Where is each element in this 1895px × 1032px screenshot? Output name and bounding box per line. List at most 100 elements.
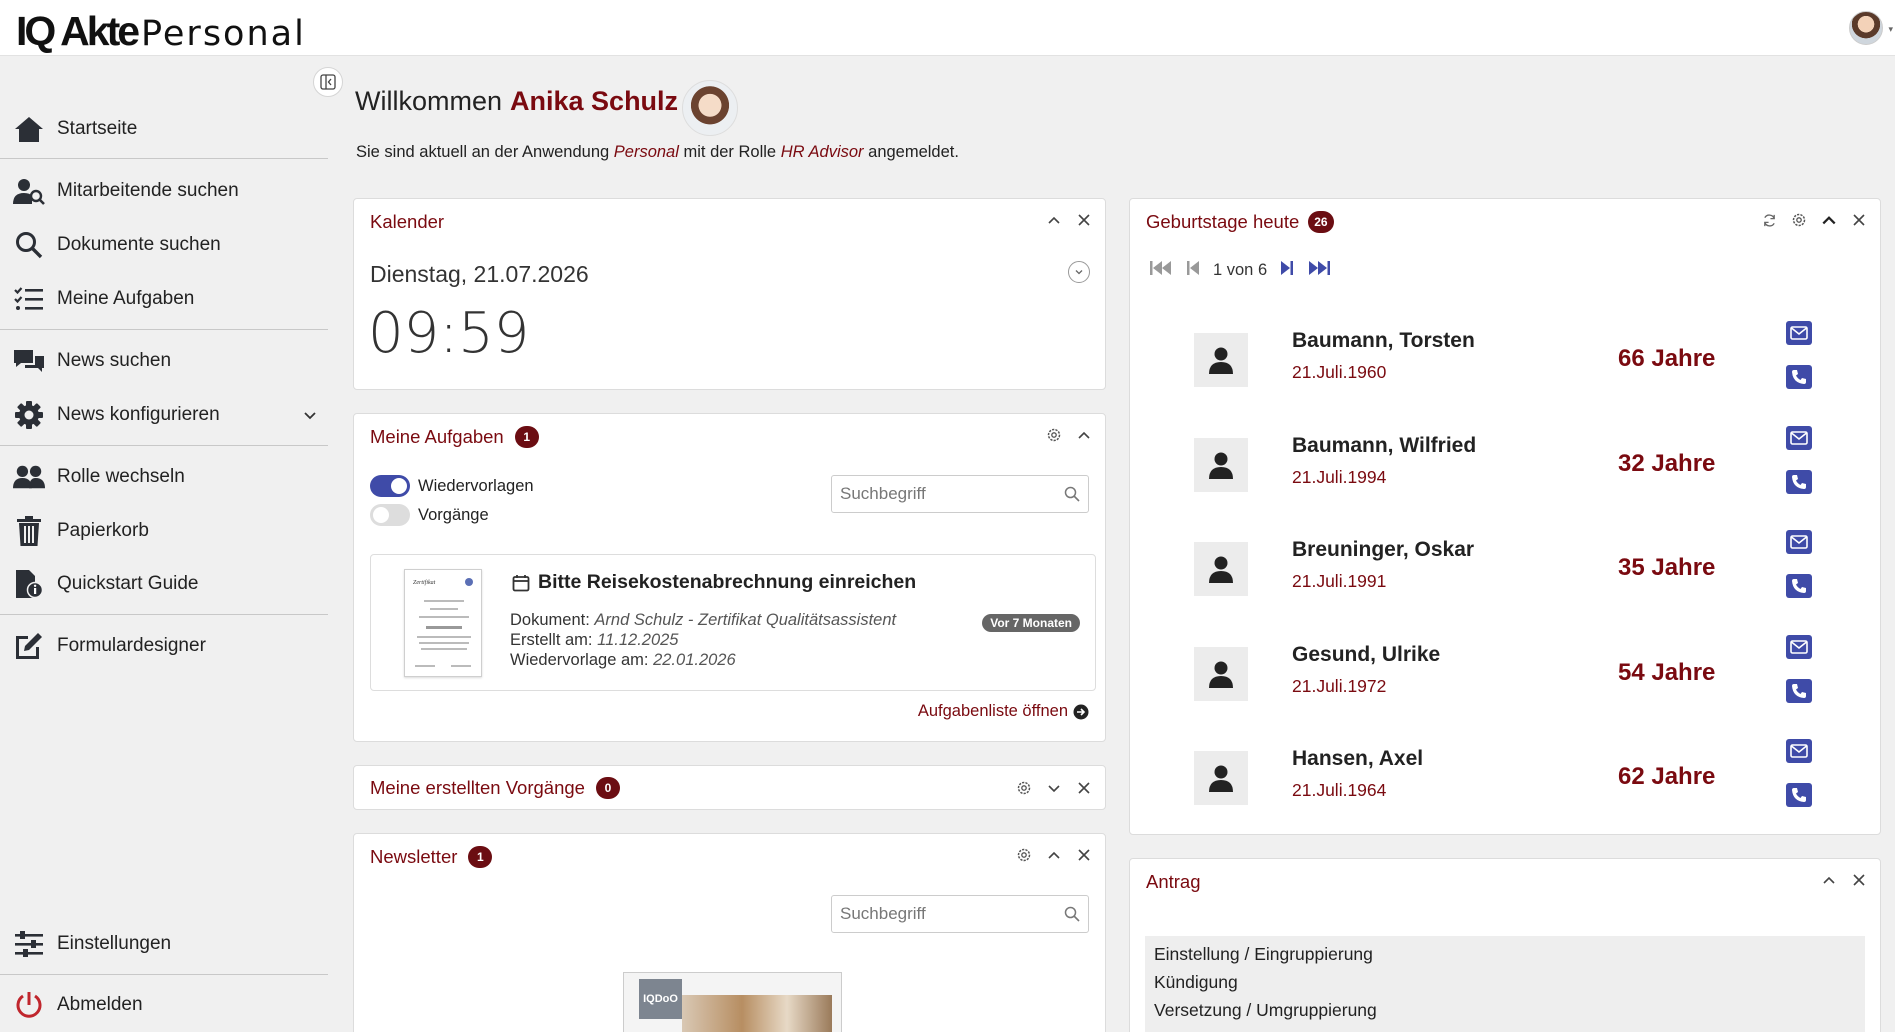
mail-icon[interactable] [1786,321,1812,345]
person-name[interactable]: Gesund, Ulrike [1292,643,1440,667]
newsletter-logo: IQDoO [639,979,682,1019]
gear-icon[interactable] [1015,779,1033,797]
edit-icon [13,630,45,662]
birthday-row: Breuninger, Oskar 21.Juli.1991 35 Jahre [1130,530,1880,620]
phone-icon[interactable] [1786,783,1812,807]
list-item[interactable]: Kündigung [1154,972,1238,993]
gear-icon[interactable] [1015,846,1033,864]
top-bar: IQ Akte Personal ▾ [0,0,1895,56]
collapse-panel-icon [320,74,336,90]
phone-icon[interactable] [1786,470,1812,494]
last-page-icon[interactable] [1307,259,1331,282]
chevron-down-icon[interactable] [1045,779,1063,797]
mail-icon[interactable] [1786,530,1812,554]
toggle-switch[interactable] [370,504,410,526]
card-controls [1015,846,1093,864]
sidebar-collapse-button[interactable] [313,67,343,97]
calendar-date: Dienstag, 21.07.2026 [370,261,589,287]
chevron-up-icon[interactable] [1820,871,1838,889]
close-icon[interactable] [1075,846,1093,864]
birthday-row: Baumann, Torsten 21.Juli.1960 66 Jahre [1130,321,1880,411]
sidebar-item-abmelden[interactable]: Abmelden [0,983,330,1027]
task-item[interactable]: Zertifikat Bitte Reisekostenabrechnung e… [370,554,1096,691]
user-avatar[interactable] [1849,11,1883,45]
mail-icon[interactable] [1786,426,1812,450]
sidebar-item-einstellungen[interactable]: Einstellungen [0,922,330,966]
toggle-wiedervorlagen[interactable]: Wiedervorlagen [370,475,534,497]
phone-icon[interactable] [1786,365,1812,389]
refresh-icon[interactable] [1760,211,1778,229]
sidebar-item-startseite[interactable]: Startseite [0,107,330,151]
chevron-down-icon[interactable] [302,407,318,429]
count-badge: 1 [468,846,493,868]
search-field[interactable] [831,475,1089,513]
document-thumbnail[interactable]: Zertifikat [404,569,482,677]
subline-text: mit der Rolle [683,143,777,161]
chevron-up-icon[interactable] [1820,211,1838,229]
arrow-right-circle-icon [1073,704,1089,719]
open-tasklist-link[interactable]: Aufgabenliste öffnen [918,702,1089,721]
welcome-user-name: Anika Schulz [510,86,679,116]
sidebar-item-label: Mitarbeitende suchen [57,180,239,201]
search-field[interactable] [831,895,1089,933]
calendar-card: Kalender Dienstag, 21.07.2026 09:59 [353,198,1106,390]
tasks-card: Meine Aufgaben 1 Wiedervorlagen Vorgänge… [353,413,1106,742]
next-page-icon[interactable] [1279,259,1295,282]
gear-icon[interactable] [1790,211,1808,229]
sidebar-item-papierkorb[interactable]: Papierkorb [0,509,330,553]
sidebar-item-news-suchen[interactable]: News suchen [0,339,330,383]
card-title-text: Geburtstage heute [1146,211,1300,232]
phone-icon[interactable] [1786,679,1812,703]
sidebar-item-quickstart-guide[interactable]: Quickstart Guide [0,562,330,606]
close-icon[interactable] [1850,211,1868,229]
close-icon[interactable] [1075,779,1093,797]
list-item[interactable]: Einstellung / Eingruppierung [1154,944,1373,965]
person-icon [1194,438,1248,492]
list-item[interactable]: Versetzung / Umgruppierung [1154,1000,1377,1021]
search-input[interactable] [840,904,1055,924]
toggle-vorgaenge[interactable]: Vorgänge [370,504,489,526]
phone-icon[interactable] [1786,574,1812,598]
chevron-up-icon[interactable] [1045,846,1063,864]
sidebar-item-label: Quickstart Guide [57,573,199,594]
field-label: Erstellt am: [510,631,593,649]
chevron-up-icon[interactable] [1045,211,1063,229]
first-page-icon[interactable] [1149,259,1173,282]
sidebar-item-mitarbeitende-suchen[interactable]: Mitarbeitende suchen [0,169,330,213]
calendar-expand-button[interactable] [1068,261,1090,283]
search-icon[interactable] [1064,906,1080,927]
sidebar-item-rolle-wechseln[interactable]: Rolle wechseln [0,455,330,499]
person-name[interactable]: Baumann, Wilfried [1292,434,1476,458]
birthday-row: Gesund, Ulrike 21.Juli.1972 54 Jahre [1130,635,1880,725]
search-input[interactable] [840,484,1055,504]
task-title[interactable]: Bitte Reisekostenabrechnung einreichen [512,571,916,594]
sidebar-item-news-konfigurieren[interactable]: News konfigurieren [0,393,330,437]
chevron-up-icon[interactable] [1075,426,1093,444]
close-icon[interactable] [1850,871,1868,889]
mail-icon[interactable] [1786,635,1812,659]
task-resubmission: Wiedervorlage am: 22.01.2026 [510,651,736,670]
search-icon[interactable] [1064,486,1080,507]
chevron-down-icon[interactable]: ▾ [1888,24,1893,35]
close-icon[interactable] [1075,211,1093,229]
sidebar-item-meine-aufgaben[interactable]: Meine Aufgaben [0,277,330,321]
person-name[interactable]: Baumann, Torsten [1292,329,1475,353]
person-name[interactable]: Hansen, Axel [1292,747,1423,771]
toggle-switch[interactable] [370,475,410,497]
person-icon [1194,647,1248,701]
gear-icon[interactable] [1045,426,1063,444]
mail-icon[interactable] [1786,739,1812,763]
divider [0,158,328,159]
sidebar-item-label: Meine Aufgaben [57,288,195,309]
sidebar-item-dokumente-suchen[interactable]: Dokumente suchen [0,223,330,267]
person-name[interactable]: Breuninger, Oskar [1292,538,1474,562]
sidebar-item-label: Papierkorb [57,520,149,541]
app-logo[interactable]: IQ Akte Personal [16,8,306,54]
birth-date: 21.Juli.1991 [1292,571,1387,591]
sidebar-item-label: Startseite [57,118,138,139]
newsletter-image[interactable]: IQDoO [623,972,842,1032]
sidebar-item-formulardesigner[interactable]: Formulardesigner [0,624,330,668]
sidebar-item-label: Dokumente suchen [57,234,221,255]
previous-page-icon[interactable] [1185,259,1201,282]
sidebar-item-label: News konfigurieren [57,404,220,425]
